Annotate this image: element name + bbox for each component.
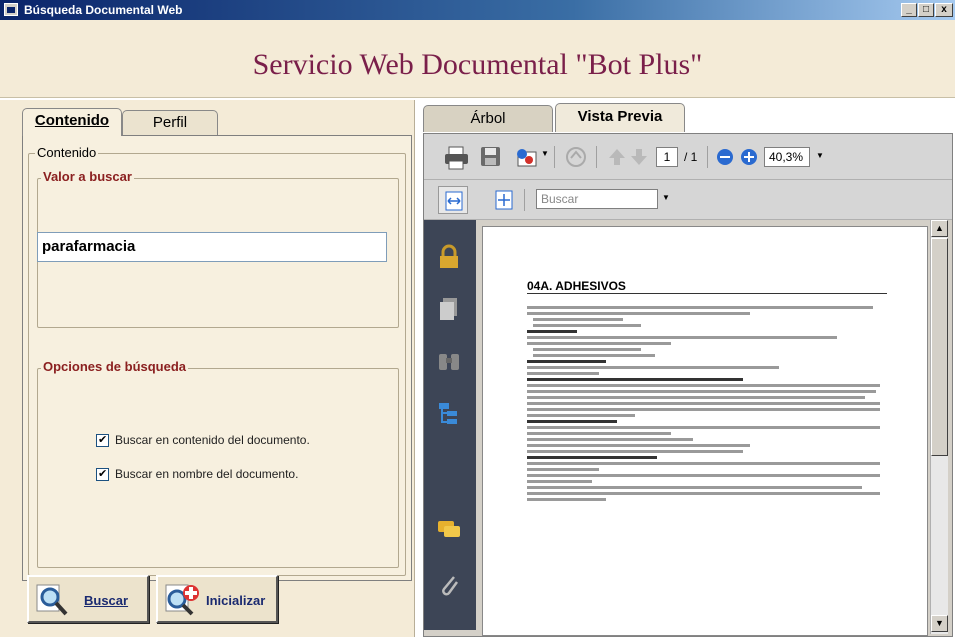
search-input[interactable]: parafarmacia — [37, 232, 387, 262]
page-up-icon[interactable] — [607, 147, 627, 167]
fit-page-icon[interactable] — [494, 190, 514, 210]
valor-buscar-legend: Valor a buscar — [41, 169, 134, 184]
pdf-viewer: ▼ 1 / 1 40,3% ▼ Buscar ▼ 04A. ADHESIVOS … — [423, 133, 953, 637]
fit-width-button[interactable] — [438, 186, 468, 214]
zoom-dropdown-icon[interactable]: ▼ — [816, 151, 824, 160]
tab-perfil[interactable]: Perfil — [122, 110, 218, 136]
label-buscar-nombre[interactable]: Buscar en nombre del documento. — [115, 467, 298, 481]
attachment-icon[interactable] — [436, 572, 462, 598]
zoom-out-icon[interactable] — [716, 148, 734, 166]
vertical-scrollbar[interactable]: ▲ ▼ — [930, 220, 948, 634]
toolbar-separator — [596, 146, 597, 168]
page-title: Servicio Web Documental "Bot Plus" — [252, 48, 703, 81]
preview-panel: Árbol Vista Previa ▼ 1 / 1 40,3% ▼ Busca… — [421, 100, 955, 637]
scroll-thumb[interactable] — [931, 238, 948, 456]
fit-width-icon — [445, 191, 463, 211]
print-icon[interactable] — [444, 146, 470, 170]
doc-body — [527, 303, 887, 504]
viewer-toolbar: ▼ 1 / 1 40,3% ▼ — [424, 134, 952, 180]
contenido-group-title: Contenido — [35, 145, 99, 160]
binoculars-icon[interactable] — [436, 348, 462, 374]
header-banner: Servicio Web Documental "Bot Plus" — [0, 20, 955, 98]
reset-button[interactable]: Inicializar — [156, 575, 278, 623]
page-total: / 1 — [684, 150, 698, 164]
viewer-toolbar-secondary: Buscar ▼ — [424, 180, 952, 220]
reset-magnifier-icon — [165, 584, 199, 616]
tab-arbol[interactable]: Árbol — [423, 105, 553, 132]
zoom-in-icon[interactable] — [740, 148, 758, 166]
title-bar: Búsqueda Documental Web _ □ x — [0, 0, 955, 20]
save-icon[interactable] — [480, 146, 502, 168]
hand-tool-icon[interactable] — [564, 146, 588, 168]
scroll-down-button[interactable]: ▼ — [931, 615, 948, 632]
doc-heading: 04A. ADHESIVOS — [527, 279, 626, 293]
search-panel: Contenido Perfil Contenido Valor a busca… — [0, 100, 415, 637]
tree-icon[interactable] — [436, 400, 462, 426]
search-button[interactable]: Buscar — [27, 575, 149, 623]
viewer-sidebar — [424, 220, 476, 630]
email-icon[interactable] — [514, 146, 540, 168]
document-page: 04A. ADHESIVOS — [482, 226, 928, 636]
toolbar-separator — [524, 189, 525, 211]
minimize-button[interactable]: _ — [901, 3, 917, 17]
pdf-search-input[interactable]: Buscar — [536, 189, 658, 209]
reset-button-label: Inicializar — [206, 593, 266, 608]
label-buscar-contenido[interactable]: Buscar en contenido del documento. — [115, 433, 310, 447]
opciones-legend: Opciones de búsqueda — [41, 359, 189, 374]
search-button-label: Buscar — [84, 593, 129, 608]
search-dropdown-icon[interactable]: ▼ — [662, 193, 670, 202]
toolbar-separator — [554, 146, 555, 168]
lock-icon[interactable] — [436, 244, 462, 270]
checkbox-buscar-contenido[interactable] — [96, 433, 109, 447]
contenido-panel: Contenido Valor a buscar parafarmacia Op… — [22, 135, 412, 581]
scroll-up-button[interactable]: ▲ — [931, 220, 948, 237]
close-button[interactable]: x — [935, 3, 953, 17]
email-dropdown-icon[interactable]: ▼ — [541, 149, 549, 158]
zoom-level-input[interactable]: 40,3% — [764, 147, 810, 167]
page-down-icon[interactable] — [629, 147, 649, 167]
checkbox-buscar-nombre[interactable] — [96, 467, 109, 481]
app-icon — [4, 3, 18, 16]
window-title: Búsqueda Documental Web — [24, 3, 183, 17]
magnifier-icon — [36, 584, 68, 616]
pages-icon[interactable] — [436, 296, 462, 322]
page-number-input[interactable]: 1 — [656, 147, 678, 167]
comment-icon[interactable] — [436, 516, 462, 542]
toolbar-separator — [707, 146, 708, 168]
tab-vista-previa[interactable]: Vista Previa — [555, 103, 685, 132]
doc-heading-rule — [527, 293, 887, 294]
tab-contenido[interactable]: Contenido — [22, 108, 122, 136]
maximize-button[interactable]: □ — [918, 3, 934, 17]
